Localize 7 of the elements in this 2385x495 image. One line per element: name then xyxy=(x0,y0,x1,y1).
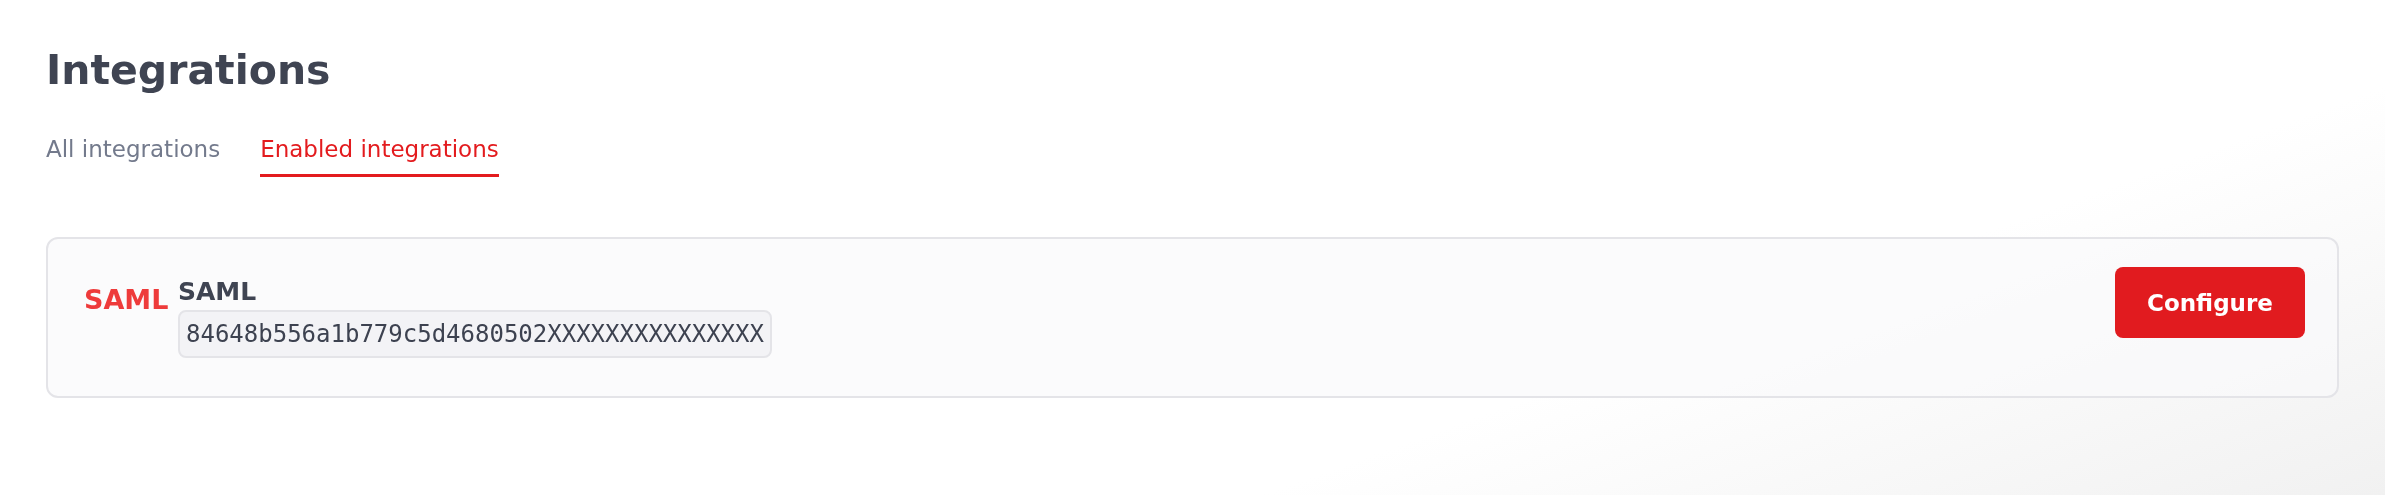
tab[interactable]: All integrations xyxy=(46,134,221,177)
saml-logo: SAML xyxy=(84,284,170,315)
tab[interactable]: Enabled integrations xyxy=(260,134,499,177)
key-code: 84648b556a1b779c5d4680502XXXXXXXXXXXXXXX xyxy=(178,310,772,358)
configure-button[interactable]: Configure xyxy=(2115,267,2305,338)
page-title: Integrations xyxy=(46,45,332,96)
integration-name: SAML xyxy=(178,277,257,306)
